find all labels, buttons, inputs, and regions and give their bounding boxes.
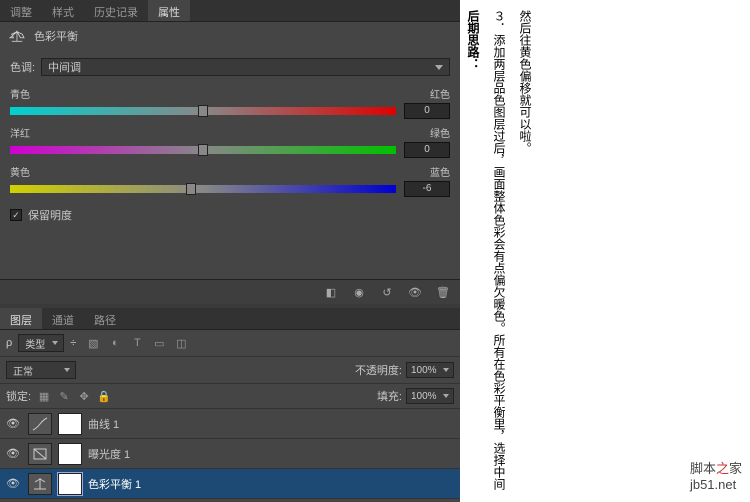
label-blue: 蓝色: [430, 164, 450, 179]
properties-header: 色彩平衡: [0, 22, 460, 50]
label-cyan: 青色: [10, 86, 30, 101]
article-line-1: ３．添加两层品色图层过后，画面整体色彩会有点偏欠暖色。所有在色彩平衡里，选择中间: [490, 10, 508, 492]
slider-knob-2[interactable]: [198, 144, 208, 156]
label-red: 红色: [430, 86, 450, 101]
lock-pixels-icon[interactable]: ✎: [57, 390, 71, 403]
article-title: 后期思路：: [464, 10, 482, 492]
label-magenta: 洋红: [10, 125, 30, 140]
fill-label: 填充:: [377, 388, 402, 404]
exposure-icon: [28, 443, 52, 465]
layer-mask-thumb[interactable]: [58, 413, 82, 435]
photoshop-panel: 调整 样式 历史记录 属性 色彩平衡 色调: 中间调 青色 红色 0: [0, 0, 460, 502]
tab-layers[interactable]: 图层: [0, 308, 42, 329]
properties-tabbar: 调整 样式 历史记录 属性: [0, 0, 460, 22]
slider-knob-1[interactable]: [198, 105, 208, 117]
reset-icon[interactable]: ↺: [378, 284, 396, 300]
tab-history[interactable]: 历史记录: [84, 0, 148, 21]
slider-value-1[interactable]: 0: [404, 103, 450, 119]
slider-value-2[interactable]: 0: [404, 142, 450, 158]
lock-row: 锁定: ▦ ✎ ✥ 🔒 填充: 100%: [0, 384, 460, 409]
slider-knob-3[interactable]: [186, 183, 196, 195]
tab-paths[interactable]: 路径: [84, 308, 126, 329]
watermark: 脚本之家 jb51.net: [690, 458, 742, 492]
color-balance-icon: [28, 473, 52, 495]
tab-channels[interactable]: 通道: [42, 308, 84, 329]
visibility-toggle[interactable]: 👁: [4, 447, 22, 460]
delete-icon[interactable]: 🗑: [434, 284, 452, 300]
label-green: 绿色: [430, 125, 450, 140]
lock-transparent-icon[interactable]: ▦: [37, 390, 51, 403]
filter-type-icon[interactable]: T: [130, 337, 144, 350]
layer-row[interactable]: 👁 曝光度 1: [0, 439, 460, 469]
blend-mode-select[interactable]: 正常: [6, 361, 76, 379]
lock-all-icon[interactable]: 🔒: [97, 390, 111, 403]
properties-body: 色调: 中间调 青色 红色 0 洋红 绿色: [0, 50, 460, 229]
preserve-luminosity-label: 保留明度: [28, 207, 72, 223]
article-column: 后期思路： ３．添加两层品色图层过后，画面整体色彩会有点偏欠暖色。所有在色彩平衡…: [460, 0, 750, 502]
fill-value[interactable]: 100%: [406, 388, 454, 404]
view-previous-icon[interactable]: ◉: [350, 284, 368, 300]
slider-track-2[interactable]: [10, 146, 396, 154]
layer-name[interactable]: 曝光度 1: [88, 446, 130, 462]
slider-magenta-green: 洋红 绿色 0: [10, 125, 450, 158]
filter-shape-icon[interactable]: ▭: [152, 337, 166, 350]
tone-select[interactable]: 中间调: [41, 58, 450, 76]
slider-cyan-red: 青色 红色 0: [10, 86, 450, 119]
properties-title: 色彩平衡: [34, 28, 78, 44]
layer-row[interactable]: 👁 曲线 1: [0, 409, 460, 439]
layer-filter-row: ρ 类型 ÷ ▧ ◐ T ▭ ◫: [0, 330, 460, 357]
slider-track-3[interactable]: [10, 185, 396, 193]
color-balance-icon: [8, 29, 26, 43]
tab-styles[interactable]: 样式: [42, 0, 84, 21]
properties-spacer: [0, 229, 460, 279]
opacity-label: 不透明度:: [355, 362, 402, 378]
visibility-icon[interactable]: 👁: [406, 284, 424, 300]
tone-label: 色调:: [10, 59, 35, 75]
lock-position-icon[interactable]: ✥: [77, 390, 91, 403]
slider-value-3[interactable]: -6: [404, 181, 450, 197]
slider-yellow-blue: 黄色 蓝色 -6: [10, 164, 450, 197]
layers-tabbar: 图层 通道 路径: [0, 308, 460, 330]
lock-label: 锁定:: [6, 388, 31, 404]
layer-row[interactable]: 👁 色彩平衡 1: [0, 469, 460, 499]
properties-footer: ◧ ◉ ↺ 👁 🗑: [0, 279, 460, 304]
filter-pixel-icon[interactable]: ▧: [86, 337, 100, 350]
tab-adjustments[interactable]: 调整: [0, 0, 42, 21]
visibility-toggle[interactable]: 👁: [4, 417, 22, 430]
curves-icon: [28, 413, 52, 435]
preserve-luminosity-checkbox[interactable]: ✓: [10, 209, 22, 221]
layer-mask-thumb[interactable]: [58, 473, 82, 495]
filter-adjust-icon[interactable]: ◐: [108, 337, 122, 350]
filter-type-select[interactable]: 类型: [18, 334, 64, 352]
layer-name[interactable]: 色彩平衡 1: [88, 476, 141, 492]
layer-name[interactable]: 曲线 1: [88, 416, 119, 432]
article-line-2: 然后往黄色偏移就可以啦。: [516, 10, 534, 492]
layers-list: 👁 曲线 1 👁 曝光度 1 👁 色彩平衡 1: [0, 409, 460, 502]
slider-track-1[interactable]: [10, 107, 396, 115]
label-yellow: 黄色: [10, 164, 30, 179]
visibility-toggle[interactable]: 👁: [4, 477, 22, 490]
opacity-value[interactable]: 100%: [406, 362, 454, 378]
filter-smart-icon[interactable]: ◫: [174, 337, 188, 350]
tab-properties[interactable]: 属性: [148, 0, 190, 21]
layer-mask-thumb[interactable]: [58, 443, 82, 465]
blend-row: 正常 不透明度: 100%: [0, 357, 460, 384]
layers-panel: ρ 类型 ÷ ▧ ◐ T ▭ ◫ 正常 不透明度: 100% 锁定: ▦ ✎: [0, 330, 460, 502]
clip-to-layer-icon[interactable]: ◧: [322, 284, 340, 300]
